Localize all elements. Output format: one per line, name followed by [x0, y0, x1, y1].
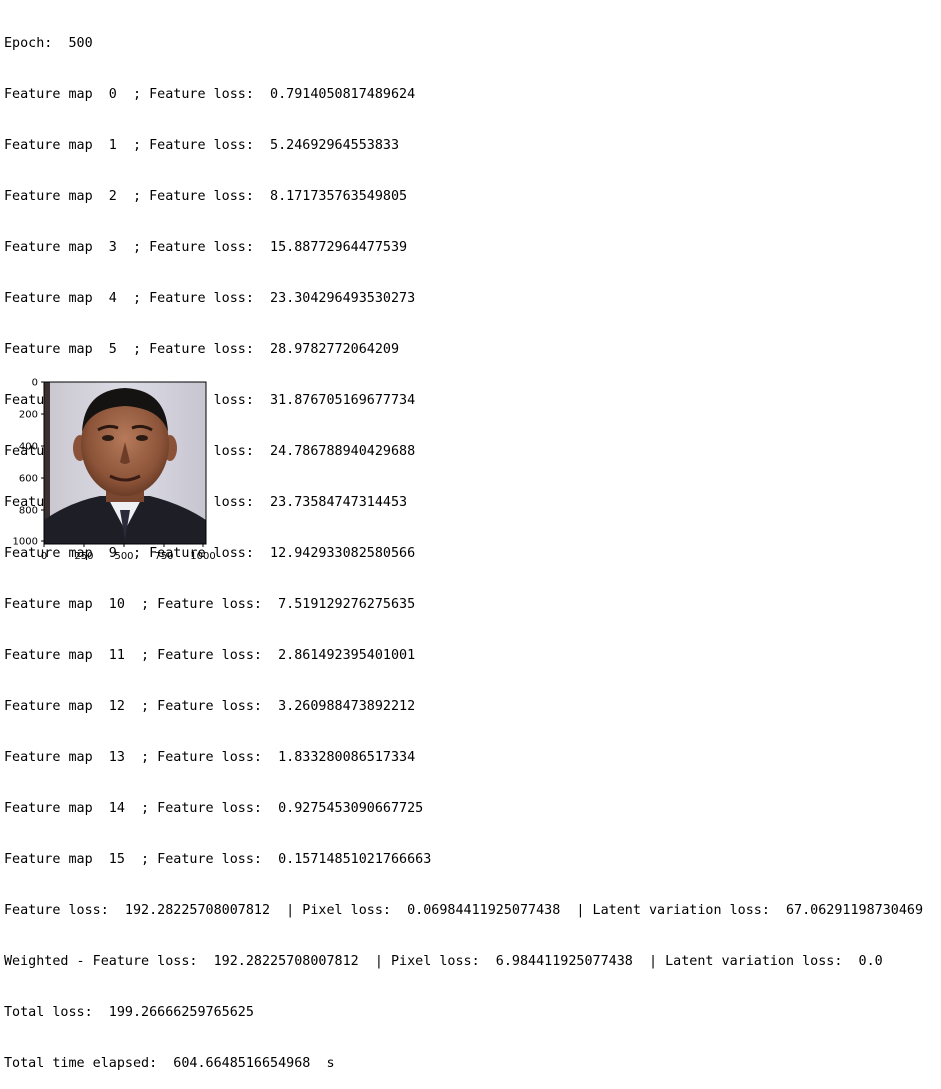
loss-summary-line: Feature loss: 192.28225708007812 | Pixel… [4, 903, 924, 918]
image-plot: 0 200 400 600 800 1000 0 250 500 750 100… [0, 370, 230, 570]
y-tick-label: 600 [19, 474, 38, 485]
weighted-loss-summary-line: Weighted - Feature loss: 192.28225708007… [4, 954, 883, 969]
y-tick-label: 1000 [13, 537, 38, 548]
y-tick-label: 200 [19, 410, 38, 421]
feature-map-loss-line: Feature map 12 ; Feature loss: 3.2609884… [4, 699, 416, 714]
image-plot-svg: 0 200 400 600 800 1000 0 250 500 750 100… [13, 378, 216, 563]
x-tick-label: 750 [154, 551, 173, 562]
y-axis: 0 200 400 600 800 1000 [13, 378, 44, 548]
feature-map-loss-line: Feature map 2 ; Feature loss: 8.17173576… [4, 189, 408, 204]
feature-map-loss-line: Feature map 0 ; Feature loss: 0.79140508… [4, 87, 416, 102]
feature-map-loss-line: Feature map 5 ; Feature loss: 28.9782772… [4, 342, 400, 357]
feature-map-loss-line: Feature map 13 ; Feature loss: 1.8332800… [4, 750, 416, 765]
x-axis: 0 250 500 750 1000 [41, 544, 216, 562]
y-tick-label: 0 [32, 378, 38, 389]
x-tick-label: 0 [41, 551, 47, 562]
x-tick-label: 1000 [190, 551, 215, 562]
feature-map-loss-line: Feature map 3 ; Feature loss: 15.8877296… [4, 240, 408, 255]
feature-map-loss-line: Feature map 10 ; Feature loss: 7.5191292… [4, 597, 416, 612]
y-tick-label: 800 [19, 506, 38, 517]
feature-map-loss-line: Feature map 11 ; Feature loss: 2.8614923… [4, 648, 416, 663]
feature-map-loss-line: Feature map 15 ; Feature loss: 0.1571485… [4, 852, 432, 867]
time-elapsed-line: Total time elapsed: 604.6648516654968 s [4, 1056, 335, 1071]
feature-map-loss-line: Feature map 4 ; Feature loss: 23.3042964… [4, 291, 416, 306]
y-tick-label: 400 [19, 442, 38, 453]
x-tick-label: 250 [74, 551, 93, 562]
x-tick-label: 500 [114, 551, 133, 562]
portrait-image [44, 382, 206, 544]
feature-map-loss-line: Feature map 14 ; Feature loss: 0.9275453… [4, 801, 424, 816]
total-loss-line: Total loss: 199.26666259765625 [4, 1005, 254, 1020]
feature-map-loss-line: Feature map 1 ; Feature loss: 5.24692964… [4, 138, 400, 153]
epoch-line: Epoch: 500 [4, 36, 93, 51]
